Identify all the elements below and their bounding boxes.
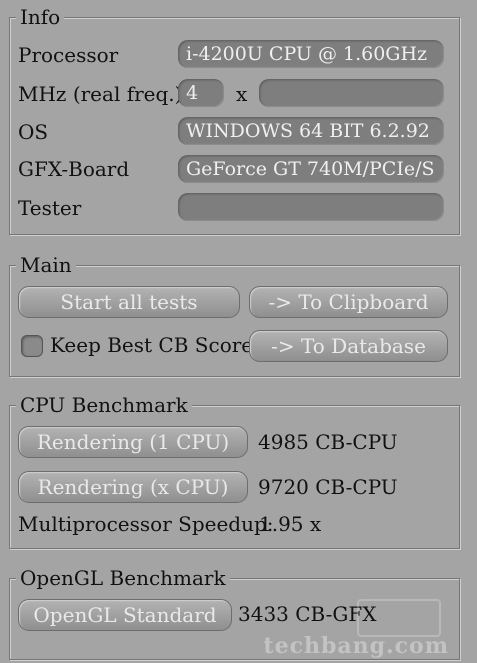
mhz-times-sign: x xyxy=(236,82,248,106)
mhz-label: MHz (real freq.) xyxy=(18,82,183,106)
tester-label: Tester xyxy=(18,196,82,220)
opengl-benchmark-title: OpenGL Benchmark xyxy=(16,567,230,589)
gfx-board-label: GFX-Board xyxy=(18,157,130,181)
os-field[interactable]: WINDOWS 64 BIT 6.2.92 xyxy=(178,117,444,145)
opengl-result: 3433 CB-GFX xyxy=(238,602,377,626)
gfx-board-field[interactable]: GeForce GT 740M/PCIe/S xyxy=(178,155,444,183)
info-title: Info xyxy=(16,6,65,28)
multi-cpu-result: 9720 CB-CPU xyxy=(258,475,398,499)
rendering-multi-cpu-button[interactable]: Rendering (x CPU) xyxy=(18,471,248,503)
start-all-tests-button[interactable]: Start all tests xyxy=(18,286,240,318)
tester-field[interactable] xyxy=(178,193,444,221)
cpu-benchmark-title: CPU Benchmark xyxy=(16,394,192,416)
os-label: OS xyxy=(18,120,49,144)
rendering-single-cpu-button[interactable]: Rendering (1 CPU) xyxy=(18,426,248,458)
processor-label: Processor xyxy=(18,43,119,67)
watermark-text: techbang.com xyxy=(263,633,449,659)
mhz-frequency-field[interactable] xyxy=(259,79,444,107)
processor-field[interactable]: i-4200U CPU @ 1.60GHz xyxy=(178,40,444,68)
mhz-multiplier-field[interactable]: 4 xyxy=(178,79,224,107)
speedup-label: Multiprocessor Speedup: xyxy=(18,512,274,536)
to-database-button[interactable]: -> To Database xyxy=(249,330,448,362)
opengl-standard-button[interactable]: OpenGL Standard xyxy=(18,599,232,631)
main-title: Main xyxy=(16,254,76,276)
watermark-logo xyxy=(357,599,441,637)
speedup-value: 1.95 x xyxy=(259,512,322,536)
keep-best-label: Keep Best CB Score xyxy=(50,333,254,357)
to-clipboard-button[interactable]: -> To Clipboard xyxy=(249,286,448,318)
keep-best-checkbox[interactable] xyxy=(21,335,43,357)
single-cpu-result: 4985 CB-CPU xyxy=(258,430,398,454)
